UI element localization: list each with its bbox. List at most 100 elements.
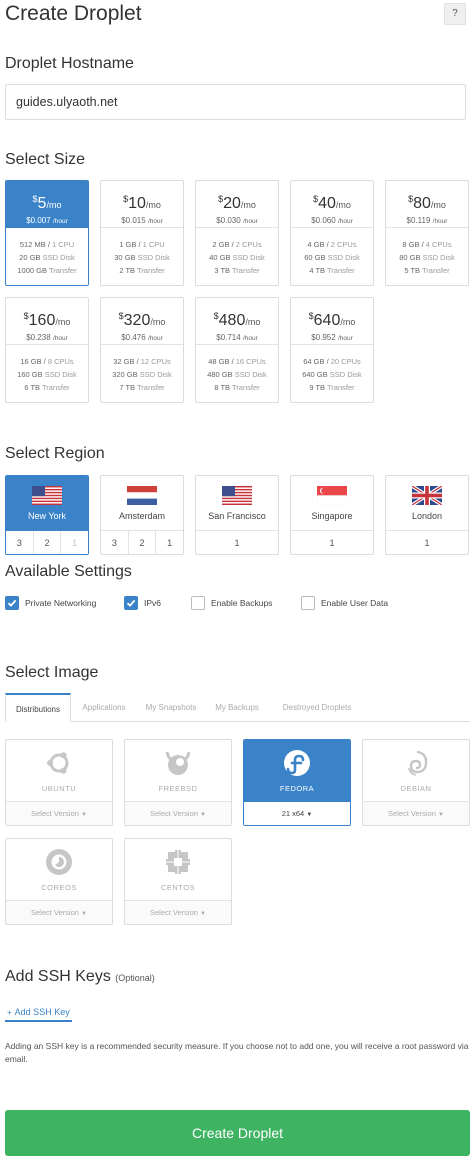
datacenter-list: 321 <box>6 531 88 554</box>
size-plan-price: $160/mo <box>23 311 71 329</box>
datacenter-list: 321 <box>101 531 183 554</box>
setting-enable-user-data[interactable]: Enable User Data <box>301 595 388 611</box>
size-plan-price-area: $480/mo $0.714 /hour <box>196 298 278 345</box>
fedora-icon <box>244 748 350 778</box>
distro-name: FREEBSD <box>158 784 198 793</box>
version-select[interactable]: 21 x64 ▼ <box>244 802 350 825</box>
tab-my-backups[interactable]: My Backups <box>209 693 265 722</box>
create-droplet-button[interactable]: Create Droplet <box>5 1110 470 1156</box>
checkbox[interactable] <box>191 596 205 610</box>
version-select[interactable]: Select Version ▼ <box>6 802 112 825</box>
uk-flag-icon <box>386 486 468 505</box>
setting-label: Enable User Data <box>321 598 389 608</box>
size-plan-card[interactable]: $40/mo $0.060 /hour 4 GB / 2 CPUs 60 GB SSD… <box>290 180 374 286</box>
size-plan-card[interactable]: $5/mo $0.007 /hour 512 MB / 1 CPU 20 GB SSD… <box>5 180 89 286</box>
version-select[interactable]: Select Version ▼ <box>6 901 112 924</box>
setting-private-networking[interactable]: Private Networking <box>5 595 96 611</box>
size-plan-card[interactable]: $160/mo $0.238 /hour 16 GB / 8 CPUs 160 GB … <box>5 297 89 403</box>
region-card-singapore[interactable]: Singapore 1 <box>290 475 374 555</box>
version-select[interactable]: Select Version ▼ <box>125 802 231 825</box>
size-plan-specs: 4 GB / 2 CPUs 60 GB SSD Disk 4 TB Transfer <box>304 240 360 275</box>
datacenter-option[interactable]: 1 <box>196 531 278 554</box>
datacenter-option[interactable]: 1 <box>61 531 88 554</box>
size-plan-hourly: $0.952 /hour <box>311 333 353 342</box>
add-ssh-key-label: Add SSH Key <box>14 1007 70 1017</box>
distro-header: FEDORA <box>244 740 350 802</box>
size-plan-price-area: $160/mo $0.238 /hour <box>6 298 88 345</box>
size-plan-price-area: $20/mo $0.030 /hour <box>196 181 278 228</box>
datacenter-option[interactable]: 3 <box>101 531 129 554</box>
size-plan-card[interactable]: $10/mo $0.015 /hour 1 GB / 1 CPU 30 GB SSD … <box>100 180 184 286</box>
checkbox[interactable] <box>124 596 138 610</box>
distro-name: DEBIAN <box>400 784 432 793</box>
size-plan-specs: 32 GB / 12 CPUs 320 GB SSD Disk 7 TB Trans… <box>112 357 172 392</box>
datacenter-option[interactable]: 1 <box>156 531 183 554</box>
datacenter-option[interactable]: 3 <box>6 531 34 554</box>
region-card-san-francisco[interactable]: San Francisco 1 <box>195 475 279 555</box>
freebsd-icon <box>125 748 231 778</box>
region-name: San Francisco <box>208 511 266 521</box>
checkbox[interactable] <box>301 596 315 610</box>
distro-card-ubuntu[interactable]: UBUNTU Select Version ▼ <box>5 739 113 826</box>
hostname-input[interactable] <box>5 84 466 120</box>
tab-distributions[interactable]: Distributions <box>5 693 71 722</box>
tab-my-snapshots[interactable]: My Snapshots <box>139 693 203 722</box>
size-plan-specs: 16 GB / 8 CPUs 160 GB SSD Disk 6 TB Transf… <box>17 357 77 392</box>
centos-icon <box>125 847 231 877</box>
caret-down-icon: ▼ <box>438 812 444 818</box>
help-button[interactable]: ? <box>444 3 466 25</box>
region-card-london[interactable]: London 1 <box>385 475 469 555</box>
size-plan-specs: 512 MB / 1 CPU 20 GB SSD Disk 1000 GB Tran… <box>17 240 77 275</box>
distro-card-freebsd[interactable]: FREEBSD Select Version ▼ <box>124 739 232 826</box>
datacenter-option[interactable]: 2 <box>129 531 157 554</box>
tab-destroyed-droplets[interactable]: Destroyed Droplets <box>275 693 359 722</box>
region-header: Amsterdam <box>101 476 183 531</box>
check-icon <box>7 598 17 608</box>
setting-label: IPv6 <box>144 598 162 608</box>
distro-card-centos[interactable]: CENTOS Select Version ▼ <box>124 838 232 925</box>
region-card-new-york[interactable]: New York 3 2 1 <box>5 475 89 555</box>
size-plan-card[interactable]: $320/mo $0.476 /hour 32 GB / 12 CPUs 320 GB… <box>100 297 184 403</box>
region-header: Singapore <box>291 476 373 531</box>
image-tabs: Distributions Applications My Snapshots … <box>5 693 470 722</box>
ssh-note: Adding an SSH key is a recommended secur… <box>5 1041 469 1064</box>
distro-name: FEDORA <box>279 784 315 793</box>
size-plan-card[interactable]: $480/mo $0.714 /hour 48 GB / 16 CPUs 480 GB… <box>195 297 279 403</box>
size-plan-card[interactable]: $20/mo $0.030 /hour 2 GB / 2 CPUs 40 GB SSD… <box>195 180 279 286</box>
size-plan-card[interactable]: $640/mo $0.952 /hour 64 GB / 20 CPUs 640 GB… <box>290 297 374 403</box>
setting-label: Enable Backups <box>211 598 273 608</box>
region-name: London <box>411 511 443 521</box>
size-plan-price: $5/mo <box>32 194 62 212</box>
version-select[interactable]: Select Version ▼ <box>363 802 469 825</box>
datacenter-option[interactable]: 1 <box>386 531 468 554</box>
size-plan-specs: 8 GB / 4 CPUs 80 GB SSD Disk 5 TB Transfer <box>399 240 455 275</box>
caret-down-icon: ▼ <box>200 812 206 818</box>
ssh-title-text: Add SSH Keys <box>5 968 111 985</box>
region-section-title: Select Region <box>5 445 105 462</box>
version-select[interactable]: Select Version ▼ <box>125 901 231 924</box>
distro-header: COREOS <box>6 839 112 901</box>
datacenter-option[interactable]: 1 <box>291 531 373 554</box>
setting-enable-backups[interactable]: Enable Backups <box>191 595 272 611</box>
distro-card-fedora[interactable]: FEDORA 21 x64 ▼ <box>243 739 351 826</box>
size-plan-price-area: $80/mo $0.119 /hour <box>386 181 468 228</box>
distro-header: CENTOS <box>125 839 231 901</box>
size-plan-specs: 48 GB / 16 CPUs 480 GB SSD Disk 8 TB Trans… <box>207 357 267 392</box>
sg-flag-icon <box>291 486 373 505</box>
datacenter-option[interactable]: 2 <box>34 531 62 554</box>
region-card-amsterdam[interactable]: Amsterdam 3 2 1 <box>100 475 184 555</box>
distro-card-debian[interactable]: DEBIAN Select Version ▼ <box>362 739 470 826</box>
size-plan-price: $10/mo <box>123 194 161 212</box>
setting-ipv6[interactable]: IPv6 <box>124 595 161 611</box>
size-plan-price: $320/mo <box>118 311 166 329</box>
distro-name: CENTOS <box>160 883 196 892</box>
distro-card-coreos[interactable]: COREOS Select Version ▼ <box>5 838 113 925</box>
check-icon <box>126 598 136 608</box>
add-ssh-key-link[interactable]: + Add SSH Key <box>5 1004 72 1022</box>
region-name: Amsterdam <box>118 511 165 521</box>
size-plan-card[interactable]: $80/mo $0.119 /hour 8 GB / 4 CPUs 80 GB SSD… <box>385 180 469 286</box>
caret-down-icon: ▼ <box>200 911 206 917</box>
checkbox[interactable] <box>5 596 19 610</box>
tab-applications[interactable]: Applications <box>73 693 135 722</box>
region-header: London <box>386 476 468 531</box>
